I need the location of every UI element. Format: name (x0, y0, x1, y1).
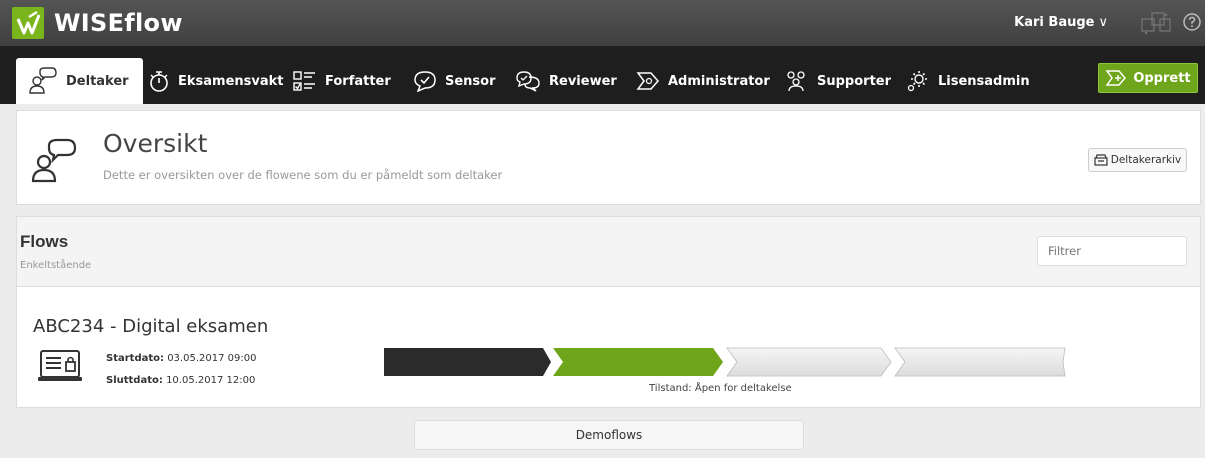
tab-label: Sensor (445, 73, 496, 89)
apps-grid-icon[interactable] (1138, 9, 1174, 37)
start-date-label: Startdato: (106, 353, 164, 364)
filter-input[interactable] (1037, 236, 1187, 266)
wiseflow-logo-icon[interactable] (12, 7, 44, 39)
app-name[interactable]: WISEflow (54, 7, 183, 39)
chevron-down-icon: ∨ (1098, 15, 1108, 30)
flow-start-date: Startdato: 03.05.2017 09:00 (106, 353, 256, 365)
tab-label: Administrator (668, 73, 770, 89)
flow-card[interactable]: ABC234 - Digital eksamen Startdato: 03.0… (16, 286, 1201, 408)
flow-state: Tilstand: Åpen for deltakelse (649, 383, 792, 394)
flow-end-date: Sluttdato: 10.05.2017 12:00 (106, 375, 255, 387)
tab-administrator[interactable]: Administrator (636, 58, 770, 104)
tab-label: Supporter (817, 73, 892, 89)
flow-title[interactable]: ABC234 - Digital eksamen (33, 316, 268, 338)
user-name: Kari Bauge (1014, 15, 1095, 30)
assessor-check-icon (414, 71, 436, 92)
tab-label: Reviewer (549, 73, 617, 89)
flows-header: Flows Enkeltstående (16, 216, 1201, 286)
stopwatch-icon (150, 71, 168, 92)
demoflows-label: Demoflows (575, 428, 643, 442)
tab-label: Forfatter (325, 73, 391, 89)
role-nav: Deltaker Eksamensvakt Forfatter Sensor R… (0, 46, 1205, 104)
create-plus-icon (1105, 70, 1127, 86)
flows-subtitle: Enkeltstående (20, 260, 92, 271)
create-button[interactable]: Opprett (1098, 63, 1198, 93)
license-gear-icon (907, 71, 927, 92)
participant-archive-button[interactable]: Deltakerarkiv (1088, 148, 1187, 172)
locked-exam-laptop-icon (38, 350, 82, 381)
stage-pending-1 (726, 347, 892, 377)
administrator-icon (636, 72, 659, 90)
demoflows-button[interactable]: Demoflows (414, 420, 804, 450)
participant-icon (31, 138, 77, 183)
help-icon[interactable] (1182, 12, 1202, 32)
supporter-icon (787, 71, 805, 92)
user-menu[interactable]: Kari Bauge ∨ (1014, 14, 1108, 32)
participant-icon (29, 67, 57, 94)
archive-icon (1094, 154, 1108, 166)
stage-active (553, 348, 723, 376)
tab-supporter[interactable]: Supporter (783, 58, 891, 104)
end-date-label: Sluttdato: (106, 375, 163, 386)
flows-title: Flows (20, 232, 69, 251)
overview-panel: Oversikt Dette er oversikten over de flo… (16, 110, 1201, 205)
top-bar: WISEflow Kari Bauge ∨ (0, 0, 1205, 46)
create-button-label: Opprett (1133, 70, 1191, 86)
stage-completed (384, 348, 551, 376)
tab-sensor[interactable]: Sensor (413, 58, 496, 104)
checklist-icon (293, 71, 315, 91)
tab-eksamensvakt[interactable]: Eksamensvakt (148, 58, 284, 104)
tab-label: Deltaker (66, 73, 129, 89)
tab-label: Eksamensvakt (178, 73, 284, 89)
archive-button-label: Deltakerarkiv (1110, 154, 1182, 166)
flow-stage-indicator (384, 347, 1066, 377)
tab-deltaker[interactable]: Deltaker (16, 58, 143, 104)
tab-reviewer[interactable]: Reviewer (515, 58, 617, 104)
end-date-value: 10.05.2017 12:00 (166, 375, 256, 386)
page-title: Oversikt (103, 129, 208, 158)
stage-pending-2 (894, 347, 1066, 377)
start-date-value: 03.05.2017 09:00 (167, 353, 257, 364)
page-subtitle: Dette er oversikten over de flowene som … (103, 168, 503, 182)
tab-lisensadmin[interactable]: Lisensadmin (906, 58, 1030, 104)
reviewer-icon (516, 71, 540, 92)
tab-forfatter[interactable]: Forfatter (293, 58, 391, 104)
tab-label: Lisensadmin (938, 73, 1030, 89)
